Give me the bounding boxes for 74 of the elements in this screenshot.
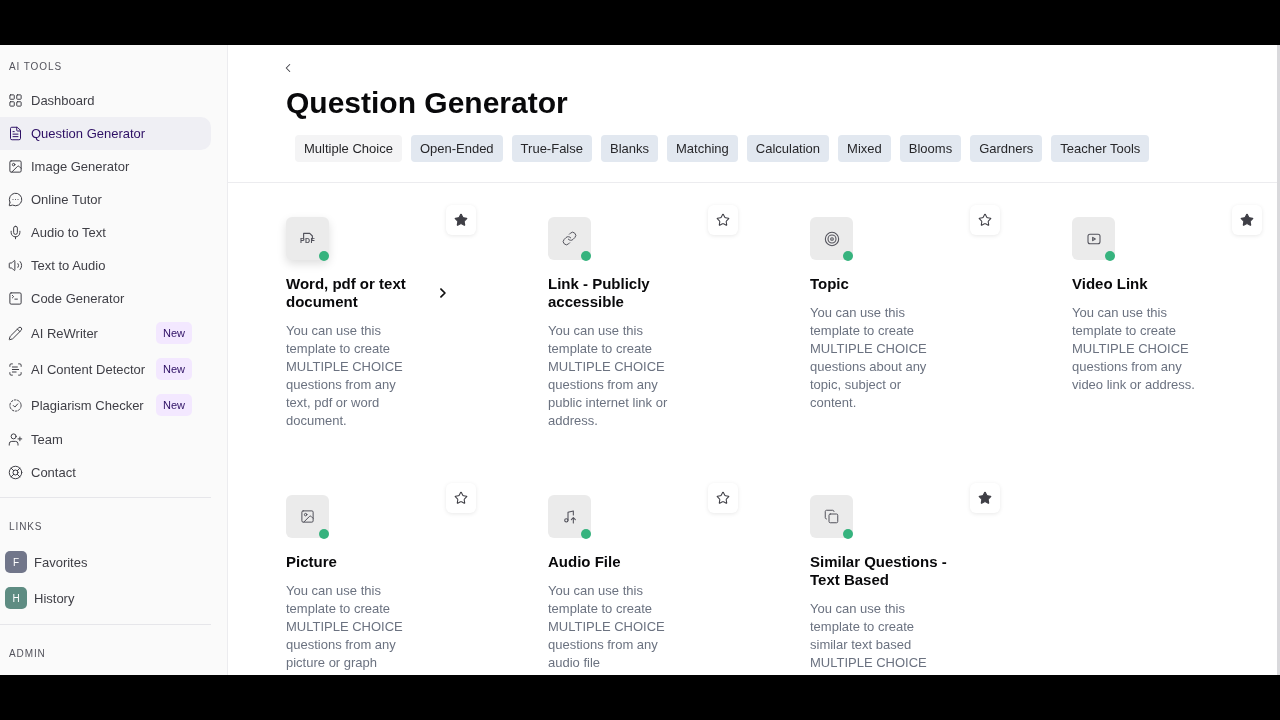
card-title: Picture [286, 553, 338, 571]
section-heading: AI TOOLS [8, 61, 63, 73]
sidebar-item[interactable]: Image Generator [0, 150, 211, 183]
favorite-button[interactable] [708, 205, 738, 235]
tab[interactable]: Multiple Choice [295, 135, 402, 162]
status-dot-icon [581, 529, 591, 539]
card-title: Similar Questions - Text Based [810, 553, 948, 589]
status-dot-icon [581, 251, 591, 261]
tab[interactable]: Blanks [601, 135, 658, 162]
tab[interactable]: Teacher Tools [1051, 135, 1150, 162]
card-description: You can use this template to create MULTIPLE CHOICE questions from any public internet link or address. [548, 322, 669, 430]
sidebar-item[interactable]: Code Generator [0, 282, 211, 315]
image-icon [8, 159, 23, 174]
sidebar-item[interactable]: Online Tutor [0, 183, 211, 216]
section-heading: LINKS [8, 521, 44, 533]
favorite-button[interactable] [708, 483, 738, 513]
sidebar-item[interactable]: Question Generator [0, 117, 211, 150]
letter-avatar: H [5, 587, 27, 609]
section-heading: ADMIN [8, 648, 47, 660]
status-dot-icon [1105, 251, 1115, 261]
lifebuoy-icon [8, 465, 23, 480]
favorite-button[interactable] [446, 205, 476, 235]
speaker-icon [8, 258, 23, 273]
sidebar-item[interactable]: AI ReWriter New [0, 315, 211, 351]
sidebar-item[interactable]: Dashboard [0, 84, 211, 117]
tab[interactable]: Gardners [970, 135, 1043, 162]
sidebar-link[interactable]: H History [0, 580, 211, 616]
card-description: You can use this template to create similar text based MULTIPLE CHOICE [810, 600, 928, 672]
grid-icon [8, 93, 23, 108]
favorite-button[interactable] [970, 205, 1000, 235]
status-dot-icon [843, 529, 853, 539]
new-badge: New [156, 322, 192, 344]
tab[interactable]: Calculation [746, 135, 830, 162]
dashed-circle-check-icon [8, 397, 23, 413]
card-description: You can use this template to create MULTIPLE CHOICE questions from any picture or graph [286, 582, 404, 672]
sidebar-link[interactable]: F Favorites [0, 544, 211, 580]
status-dot-icon [843, 251, 853, 261]
new-badge: New [156, 358, 192, 380]
tab[interactable]: Open-Ended [410, 135, 503, 162]
scrollbar[interactable] [1277, 45, 1280, 675]
sidebar-item[interactable]: Audio to Text [0, 216, 211, 249]
sidebar-item[interactable]: Contact [0, 456, 211, 489]
terminal-icon [8, 291, 23, 306]
document-icon [8, 126, 23, 141]
scan-text-icon [8, 361, 23, 377]
sidebar-item[interactable]: AI Content Detector New [0, 351, 211, 387]
card-description: You can use this template to create MULTIPLE CHOICE questions from any audio file [548, 582, 666, 672]
letter-avatar: F [5, 551, 27, 573]
favorite-button[interactable] [1232, 205, 1262, 235]
favorite-button[interactable] [970, 483, 1000, 513]
card-title: Audio File [548, 553, 622, 571]
card-title: Topic [810, 275, 850, 293]
card-description: You can use this template to create MULTIPLE CHOICE questions from any text, pdf or word document. [286, 322, 404, 430]
card-description: You can use this template to create MULTIPLE CHOICE questions from any video link or address. [1072, 304, 1196, 394]
chat-bubble-icon [8, 192, 23, 207]
pencil-icon [8, 325, 23, 341]
favorite-button[interactable] [446, 483, 476, 513]
card-title: Video Link [1072, 275, 1149, 293]
card-title: Word, pdf or text document [286, 275, 407, 311]
new-badge: New [156, 394, 192, 416]
user-plus-icon [8, 432, 23, 447]
status-dot-icon [319, 529, 329, 539]
sidebar-item[interactable]: Plagiarism Checker New [0, 387, 211, 423]
card-title: Link - Publicly accessible [548, 275, 651, 311]
card-description: You can use this template to create MULTIPLE CHOICE questions about any topic, subject or content. [810, 304, 928, 412]
sidebar-item[interactable]: Team [0, 423, 211, 456]
tab[interactable]: True-False [511, 135, 592, 162]
tab[interactable]: Blooms [899, 135, 962, 162]
page-title: Question Generator [286, 85, 568, 121]
status-dot-icon [319, 251, 329, 261]
sidebar-item[interactable]: Text to Audio [0, 249, 211, 282]
microphone-icon [8, 225, 23, 240]
tab[interactable]: Matching [667, 135, 738, 162]
tab[interactable]: Mixed [838, 135, 891, 162]
